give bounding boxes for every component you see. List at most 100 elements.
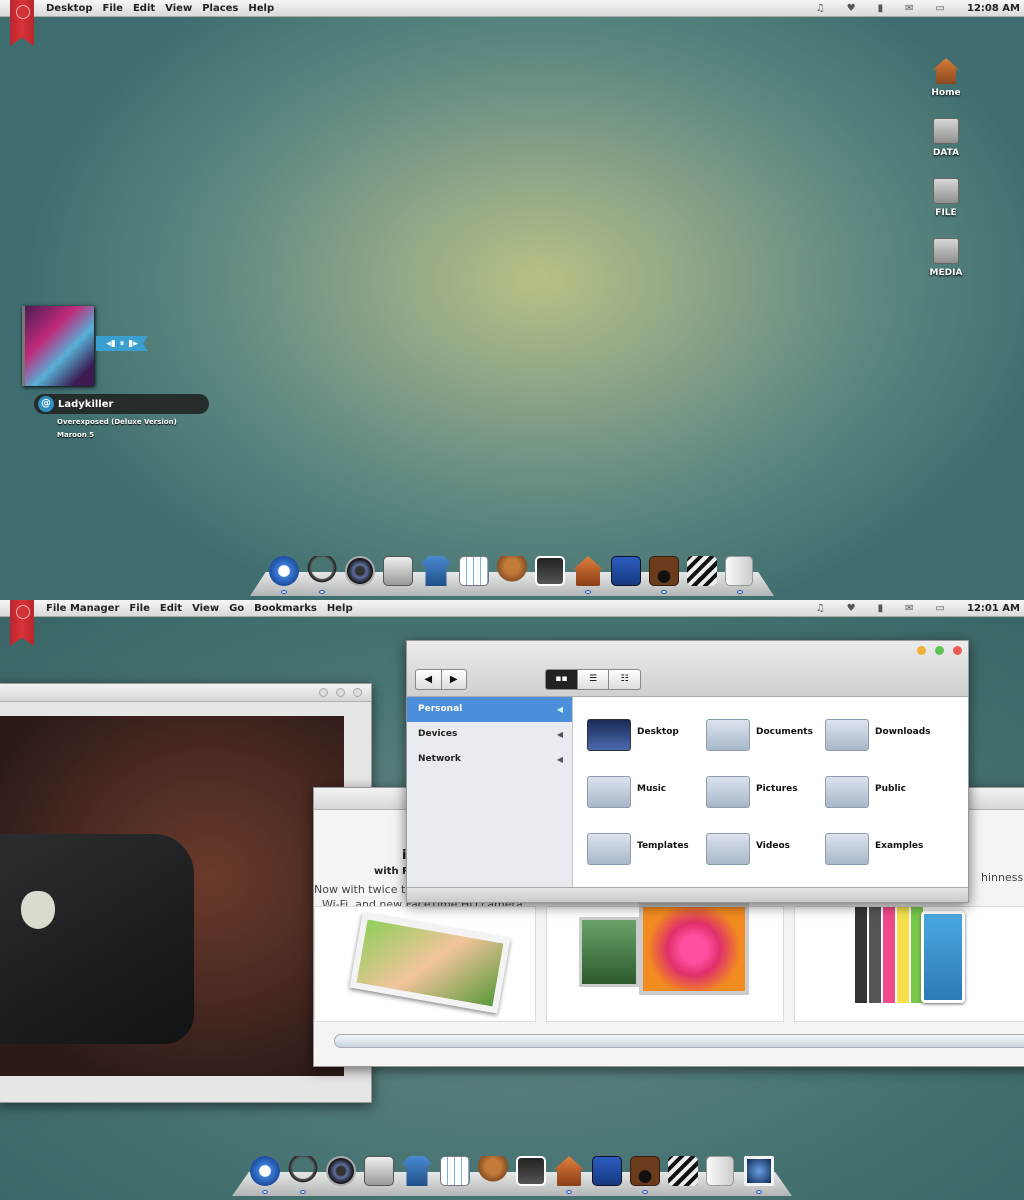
desktop-icon-file[interactable]: FILE: [916, 178, 976, 218]
window-manager-icon[interactable]: [364, 1156, 394, 1186]
menu-edit[interactable]: Edit: [133, 3, 155, 14]
ipod-touch-image: [921, 911, 965, 1003]
menu-help[interactable]: Help: [248, 3, 274, 14]
clapperboard-icon[interactable]: [668, 1156, 698, 1186]
shirt-icon[interactable]: [421, 556, 451, 586]
switch-icon[interactable]: [725, 556, 753, 586]
folder-pictures[interactable]: Pictures: [694, 768, 812, 808]
minimize-icon[interactable]: [917, 646, 926, 655]
close-icon[interactable]: [953, 646, 962, 655]
speaker-icon[interactable]: [649, 556, 679, 586]
home-icon[interactable]: [573, 556, 603, 586]
menu-view[interactable]: View: [165, 3, 192, 14]
shirt-icon[interactable]: [402, 1156, 432, 1186]
ribbon-logo-icon[interactable]: [10, 0, 34, 46]
previous-icon[interactable]: ◂▮: [106, 339, 115, 349]
forward-arrow-icon[interactable]: ▶: [442, 670, 467, 689]
photos-icon[interactable]: [516, 1156, 546, 1186]
album-cover[interactable]: [22, 306, 94, 386]
folder-videos[interactable]: Videos: [694, 825, 812, 865]
window-titlebar[interactable]: [0, 684, 371, 702]
ribbon-logo-icon[interactable]: [10, 600, 34, 646]
folder-templates[interactable]: Templates: [575, 825, 693, 865]
photos-icon[interactable]: [535, 556, 565, 586]
folder-documents[interactable]: Documents: [694, 711, 813, 751]
back-arrow-icon[interactable]: ◀: [416, 670, 442, 689]
music-icon[interactable]: ♫: [816, 603, 825, 614]
teddy-bear-icon[interactable]: [478, 1156, 508, 1186]
menu-view[interactable]: View: [192, 603, 219, 614]
menu-places[interactable]: Places: [202, 3, 238, 14]
sidebar-item-personal[interactable]: Personal ◀: [407, 697, 572, 722]
superman-book-icon[interactable]: [611, 556, 641, 586]
mail-icon[interactable]: ✉: [905, 603, 913, 614]
horizontal-scrollbar[interactable]: [334, 1034, 1024, 1048]
safari-icon[interactable]: [269, 556, 299, 586]
folder-music[interactable]: Music: [575, 768, 693, 808]
clock[interactable]: 12:01 AM: [967, 603, 1020, 614]
maximize-icon[interactable]: [935, 646, 944, 655]
running-indicator: [319, 590, 325, 594]
menu-edit[interactable]: Edit: [160, 603, 182, 614]
at-icon[interactable]: @: [38, 396, 54, 412]
apple-logo-icon: [21, 891, 55, 929]
switch-icon[interactable]: [706, 1156, 734, 1186]
collapse-arrow-icon[interactable]: ◀: [557, 722, 563, 747]
home-icon[interactable]: [554, 1156, 584, 1186]
menu-file[interactable]: File: [103, 3, 123, 14]
window-button-icon[interactable]: [353, 688, 362, 697]
collapse-arrow-icon[interactable]: ◀: [557, 747, 563, 772]
safari-icon[interactable]: [250, 1156, 280, 1186]
ipad-card[interactable]: [314, 906, 536, 1022]
menu-app-name[interactable]: File Manager: [46, 603, 119, 614]
headphones-icon[interactable]: [288, 1156, 318, 1186]
desktop-icon-home[interactable]: Home: [916, 58, 976, 98]
desktop-icon-data[interactable]: DATA: [916, 118, 976, 158]
heart-icon[interactable]: ♥: [847, 3, 856, 14]
chat-icon[interactable]: ▭: [936, 3, 945, 14]
signal-icon[interactable]: ▮: [878, 3, 884, 14]
ipod-card[interactable]: [794, 906, 1024, 1022]
folder-downloads[interactable]: Downloads: [813, 711, 931, 751]
folder-public[interactable]: Public: [813, 768, 931, 808]
menu-bookmarks[interactable]: Bookmarks: [254, 603, 317, 614]
speaker-icon[interactable]: [630, 1156, 660, 1186]
sidebar-item-devices[interactable]: Devices ◀: [407, 722, 572, 747]
sidebar-item-network[interactable]: Network ◀: [407, 747, 572, 772]
headphones-icon[interactable]: [307, 556, 337, 586]
webcam-icon[interactable]: [345, 556, 375, 586]
icon-view-icon[interactable]: ▪▪: [546, 670, 577, 689]
teddy-bear-icon[interactable]: [497, 556, 527, 586]
music-icon[interactable]: ♫: [816, 3, 825, 14]
menu-go[interactable]: Go: [229, 603, 244, 614]
compact-view-icon[interactable]: ☷: [608, 670, 640, 689]
next-icon[interactable]: ▮▸: [128, 339, 137, 349]
preview-icon[interactable]: [744, 1156, 774, 1186]
menu-file[interactable]: File: [129, 603, 149, 614]
list-view-icon[interactable]: ☰: [576, 670, 609, 689]
superman-book-icon[interactable]: [592, 1156, 622, 1186]
chat-icon[interactable]: ▭: [936, 603, 945, 614]
calendar-grid-icon[interactable]: [459, 556, 489, 586]
menu-items: Desktop File Edit View Places Help: [46, 3, 274, 14]
imac-card[interactable]: [546, 903, 784, 1022]
window-manager-icon[interactable]: [383, 556, 413, 586]
folder-desktop[interactable]: Desktop: [575, 711, 693, 751]
pause-icon[interactable]: ⏸: [120, 339, 125, 349]
window-button-icon[interactable]: [336, 688, 345, 697]
videos-folder-icon: [706, 833, 750, 865]
mail-icon[interactable]: ✉: [905, 3, 913, 14]
menu-desktop[interactable]: Desktop: [46, 3, 93, 14]
menu-help[interactable]: Help: [327, 603, 353, 614]
heart-icon[interactable]: ♥: [847, 603, 856, 614]
window-button-icon[interactable]: [319, 688, 328, 697]
calendar-grid-icon[interactable]: [440, 1156, 470, 1186]
folder-examples[interactable]: Examples: [813, 825, 931, 865]
clapperboard-icon[interactable]: [687, 556, 717, 586]
collapse-arrow-icon[interactable]: ◀: [557, 697, 563, 722]
folder-label: Downloads: [875, 727, 931, 737]
desktop-icon-media[interactable]: MEDIA: [916, 238, 976, 278]
clock[interactable]: 12:08 AM: [967, 3, 1020, 14]
webcam-icon[interactable]: [326, 1156, 356, 1186]
signal-icon[interactable]: ▮: [878, 603, 884, 614]
